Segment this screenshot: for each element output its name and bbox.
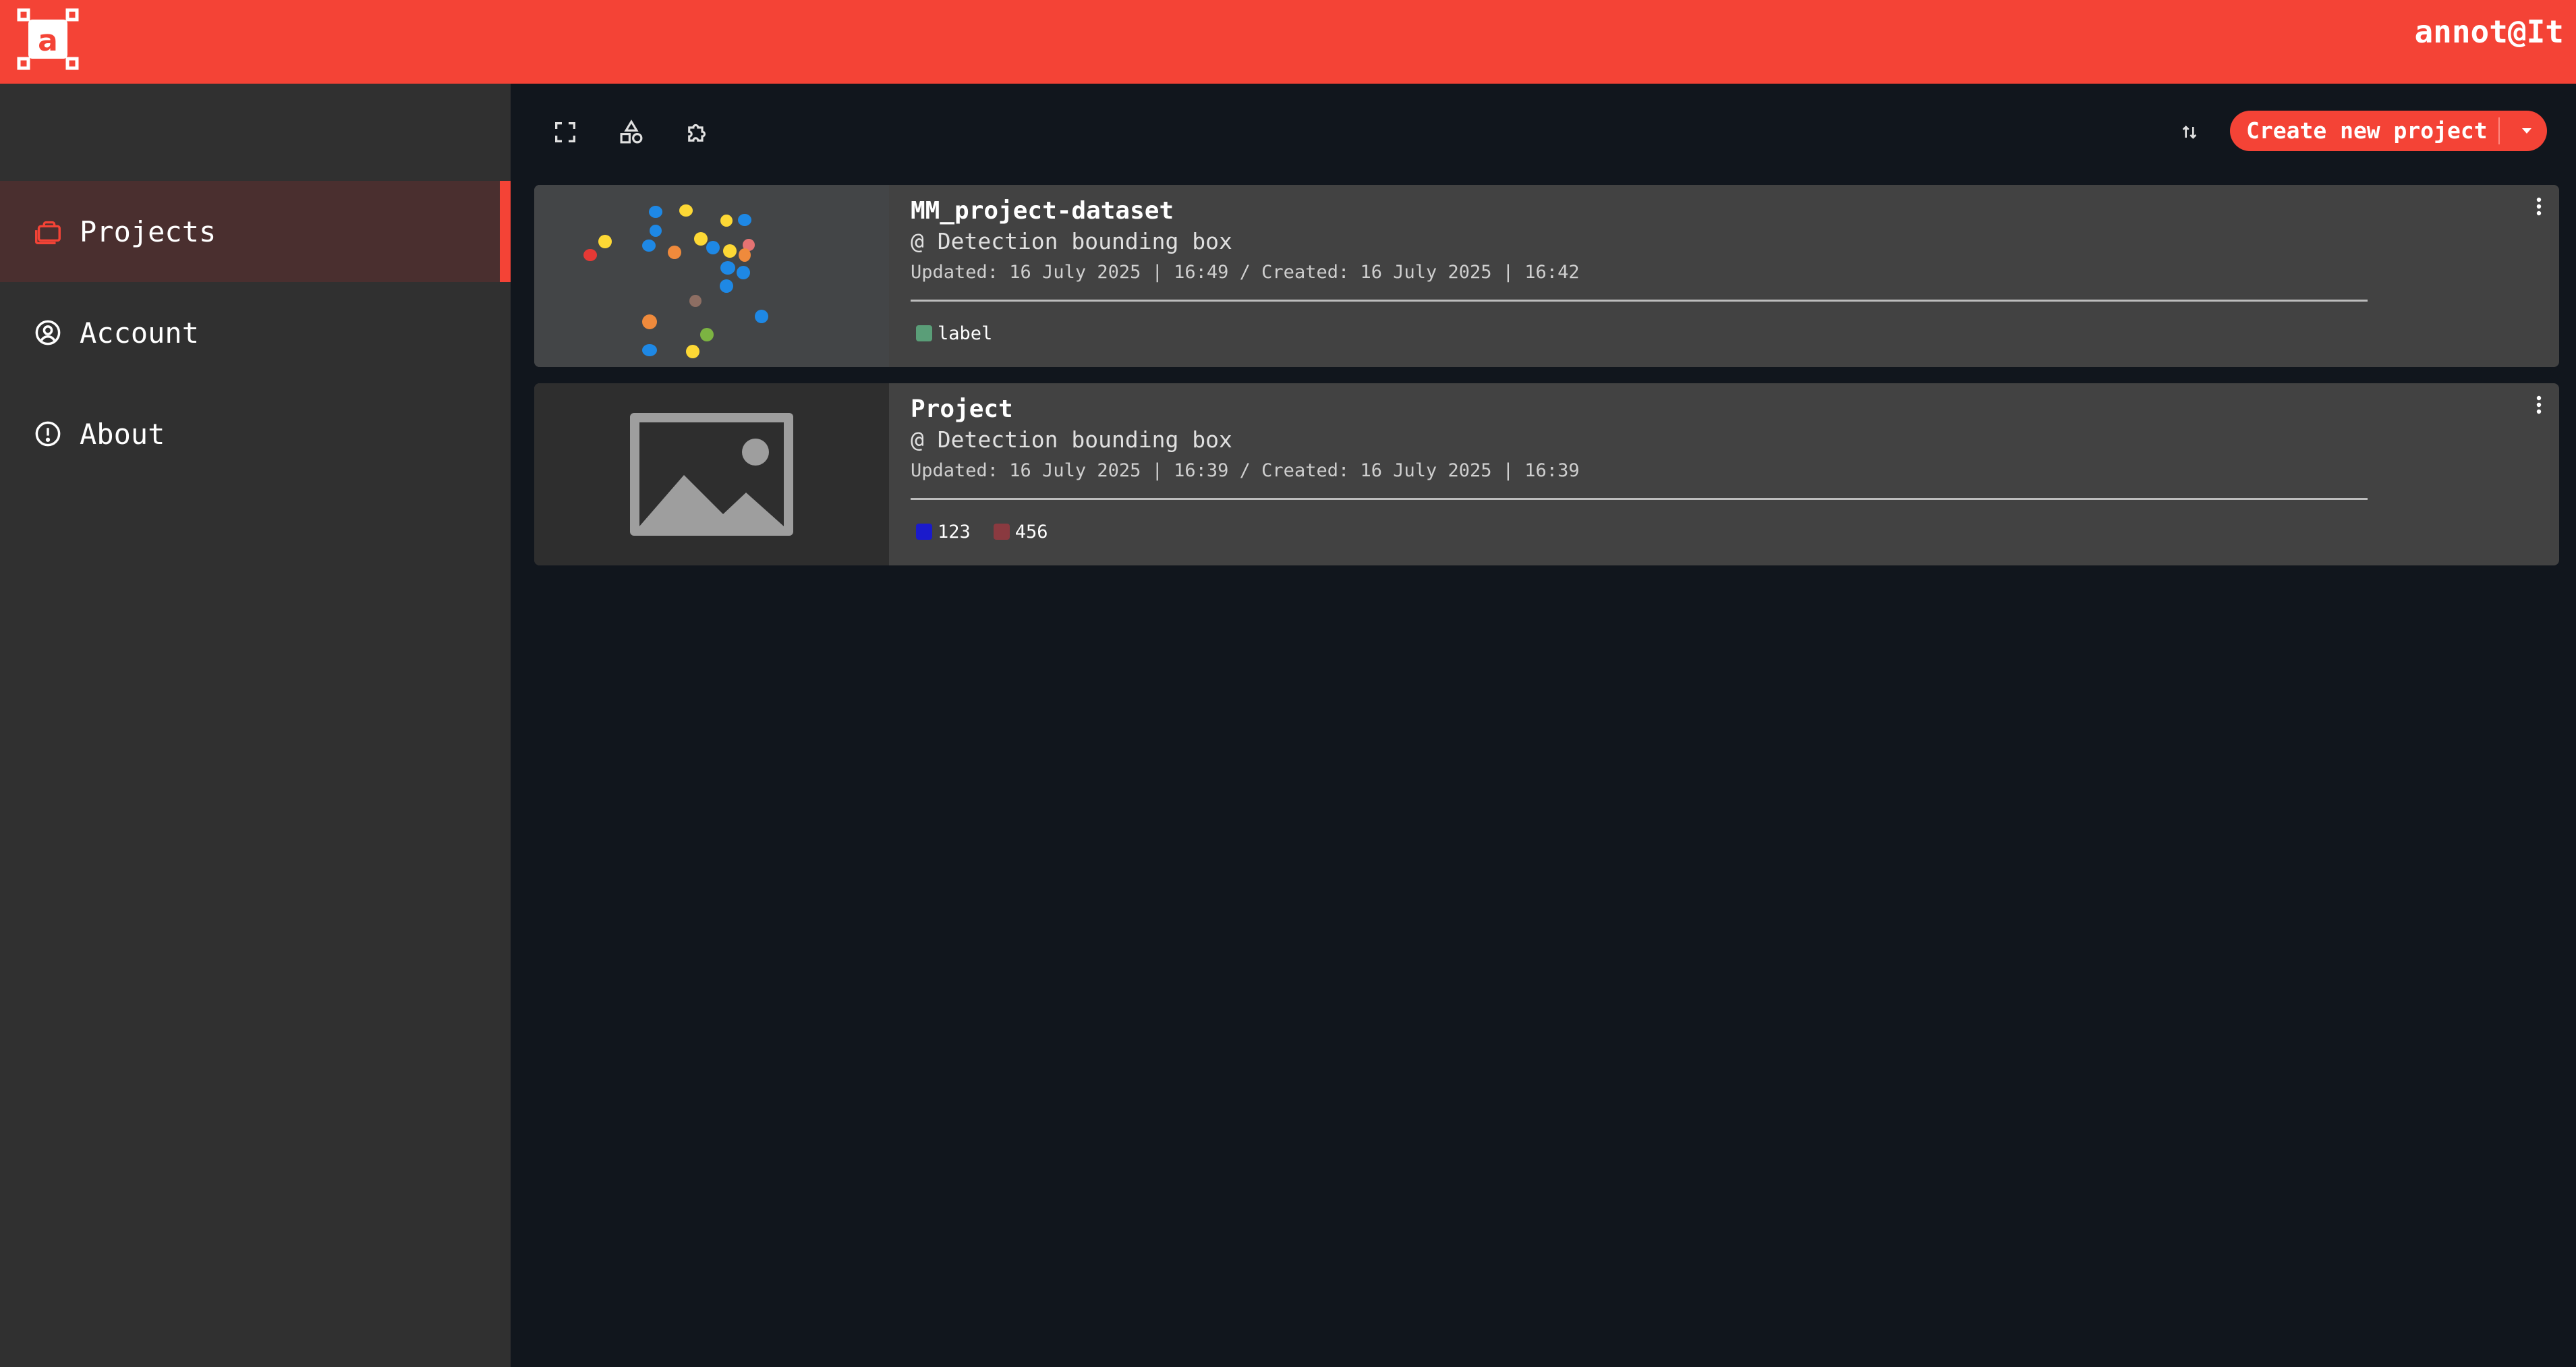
label-name: 123: [938, 521, 971, 542]
project-type: @ Detection bounding box: [911, 228, 1232, 254]
caret-down-icon: [2522, 128, 2531, 134]
create-project-button[interactable]: Create new project: [2230, 111, 2547, 151]
app-header: a annot@It: [0, 0, 2576, 84]
sidebar: Projects Account About: [0, 84, 511, 1367]
annotait-logo[interactable]: a: [15, 6, 81, 72]
sidebar-item-about[interactable]: About: [0, 383, 511, 484]
puzzle-icon: [688, 123, 706, 142]
more-vertical-icon: [2536, 197, 2542, 216]
project-thumbnail: [534, 185, 889, 367]
label-chip: 123: [916, 522, 971, 542]
project-labels: 123 456: [916, 520, 1071, 544]
sidebar-item-label: About: [80, 417, 165, 451]
sidebar-item-label: Projects: [80, 215, 217, 248]
project-thumbnail: [534, 383, 889, 565]
create-dropdown-button[interactable]: [2509, 111, 2544, 151]
create-project-label: Create new project: [2246, 117, 2488, 144]
shapes-button[interactable]: [612, 113, 650, 151]
fullscreen-icon: [555, 122, 575, 142]
project-dates: Updated: 16 July 2025 | 16:39 / Created:…: [911, 460, 1580, 481]
sort-button[interactable]: [2171, 113, 2208, 151]
project-title[interactable]: Project: [911, 395, 1013, 423]
project-card[interactable]: Project @ Detection bounding box Updated…: [534, 383, 2559, 565]
plugins-button[interactable]: [679, 113, 716, 151]
fullscreen-button[interactable]: [546, 113, 584, 151]
shapes-icon: [620, 119, 643, 144]
info-circle-icon: [32, 418, 63, 449]
label-chip: label: [916, 323, 992, 344]
sidebar-item-projects[interactable]: Projects: [0, 181, 511, 282]
briefcase-icon: [32, 216, 63, 247]
image-placeholder-icon: [630, 413, 793, 536]
project-menu-button[interactable]: [2525, 193, 2552, 220]
divider: [911, 498, 2368, 500]
button-divider: [2498, 117, 2500, 144]
app-brand: annot@It: [2414, 13, 2564, 50]
project-card[interactable]: MM_project-dataset @ Detection bounding …: [534, 185, 2559, 367]
sort-icon: [2182, 125, 2197, 139]
label-name: 456: [1014, 521, 1048, 542]
divider: [911, 300, 2368, 302]
project-title[interactable]: MM_project-dataset: [911, 197, 1174, 225]
project-labels: label: [916, 321, 1015, 345]
project-menu-button[interactable]: [2525, 391, 2552, 418]
account-circle-icon: [32, 317, 63, 348]
project-type: @ Detection bounding box: [911, 426, 1232, 453]
candy-photo: [534, 185, 889, 367]
label-color-swatch: [916, 524, 932, 540]
sidebar-item-account[interactable]: Account: [0, 282, 511, 383]
sidebar-item-label: Account: [80, 316, 200, 350]
label-name: label: [938, 323, 993, 344]
label-chip: 456: [993, 521, 1048, 542]
label-color-swatch: [993, 524, 1010, 540]
svg-text:a: a: [38, 24, 58, 58]
project-dates: Updated: 16 July 2025 | 16:49 / Created:…: [911, 262, 1580, 283]
label-color-swatch: [916, 325, 932, 341]
more-vertical-icon: [2536, 395, 2542, 414]
